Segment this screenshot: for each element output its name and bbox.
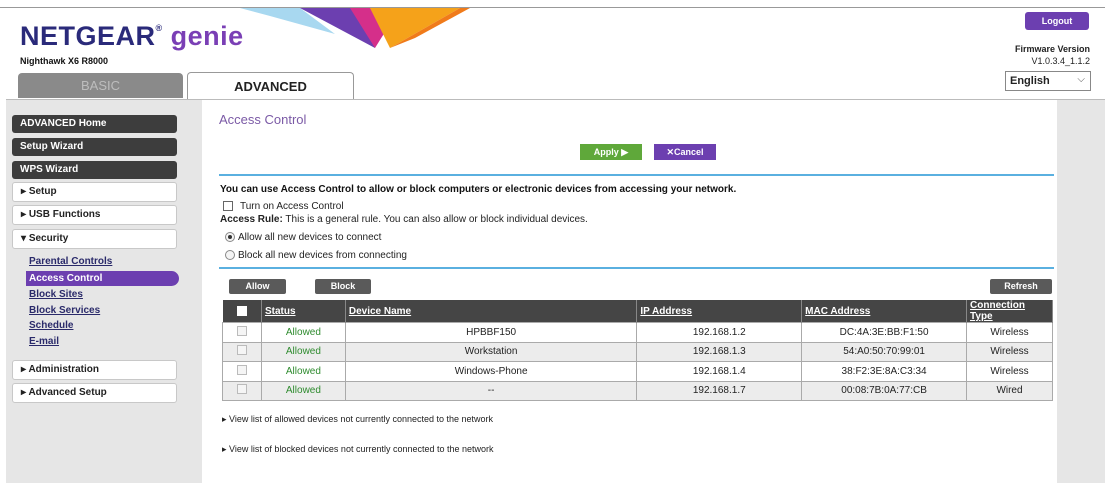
sidebar-item-usb-functions[interactable]: ▸ USB Functions [12,205,177,225]
right-margin [1057,99,1105,483]
firmware-label: Firmware Version [1014,44,1090,54]
sidebar-item-wps-wizard[interactable]: WPS Wizard [12,161,177,179]
blocked-devices-link[interactable]: ▸ View list of blocked devices not curre… [222,444,494,455]
sidebar-item-advanced-setup[interactable]: ▸ Advanced Setup [12,383,177,403]
close-icon: ✕ [666,147,675,157]
table-row: Allowed HPBBF150 192.168.1.2 DC:4A:3E:BB… [222,322,1053,343]
sidebar-subitem-block-services[interactable]: Block Services [29,305,100,316]
column-header-status[interactable]: Status [261,300,346,323]
block-all-radio[interactable] [225,250,235,260]
select-all-checkbox[interactable] [222,300,262,323]
column-header-ip-address[interactable]: IP Address [636,300,803,323]
allow-all-radio[interactable] [225,232,235,242]
firmware-version: V1.0.3.4_1.1.2 [1031,56,1090,66]
page-title: Access Control [219,112,307,127]
device-name-cell: Workstation [344,341,638,362]
sidebar-item-setup[interactable]: ▸ Setup [12,182,177,202]
column-header-connection-type[interactable]: Connection Type [966,300,1053,323]
section-divider [219,174,1054,176]
connection-type-cell: Wireless [966,322,1053,343]
allowed-devices-link[interactable]: ▸ View list of allowed devices not curre… [222,414,493,425]
device-table: Status Device Name IP Address MAC Addres… [222,300,1053,401]
sidebar-subitem-parental-controls[interactable]: Parental Controls [29,256,112,267]
header: NETGEAR® genie Nighthawk X6 R8000 Logout… [0,0,1105,100]
mac-address-cell: 00:08:7B:0A:77:CB [801,380,968,401]
top-divider [0,7,1105,8]
mac-address-cell: 38:F2:3E:8A:C3:34 [801,361,968,382]
language-select[interactable]: English ⌵ [1005,71,1091,91]
tab-basic[interactable]: BASIC [18,73,183,98]
sidebar-item-administration[interactable]: ▸ Administration [12,360,177,380]
sidebar-item-setup-wizard[interactable]: Setup Wizard [12,138,177,156]
column-header-mac-address[interactable]: MAC Address [801,300,968,323]
status-cell: Allowed [260,341,346,362]
triangle-right-icon: ▸ [222,444,227,454]
intro-text: You can use Access Control to allow or b… [220,184,737,195]
column-header-device-name[interactable]: Device Name [345,300,638,323]
connection-type-cell: Wired [966,380,1053,401]
table-row: Allowed Windows-Phone 192.168.1.4 38:F2:… [222,361,1053,382]
ip-address-cell: 192.168.1.7 [636,380,803,401]
connection-type-cell: Wireless [966,341,1053,362]
allow-all-label: Allow all new devices to connect [238,232,382,243]
banner-graphic [240,8,470,48]
block-all-label: Block all new devices from connecting [238,250,407,261]
turn-on-access-control-checkbox[interactable] [223,201,233,211]
sidebar-subitem-email[interactable]: E-mail [29,336,59,347]
section-divider [219,267,1054,269]
mac-address-cell: DC:4A:3E:BB:F1:50 [801,322,968,343]
sidebar-subitem-access-control[interactable]: Access Control [26,271,179,286]
sidebar-item-advanced-home[interactable]: ADVANCED Home [12,115,177,133]
ip-address-cell: 192.168.1.4 [636,361,803,382]
chevron-down-icon: ⌵ [1077,74,1085,85]
language-value: English [1010,75,1050,87]
device-name-cell: Windows-Phone [344,361,638,382]
connection-type-cell: Wireless [966,361,1053,382]
logout-button[interactable]: Logout [1025,12,1089,30]
status-cell: Allowed [260,361,346,382]
ip-address-cell: 192.168.1.2 [636,322,803,343]
row-checkbox[interactable] [222,341,262,362]
sidebar-subitem-schedule[interactable]: Schedule [29,320,73,331]
netgear-genie-logo: NETGEAR® genie [20,21,244,51]
apply-button[interactable]: Apply ▶ [580,144,642,160]
table-header: Status Device Name IP Address MAC Addres… [222,300,1053,323]
device-name-cell: HPBBF150 [344,322,638,343]
allow-button[interactable]: Allow [229,279,286,294]
triangle-right-icon: ▸ [222,414,227,424]
mac-address-cell: 54:A0:50:70:99:01 [801,341,968,362]
sidebar-subitem-block-sites[interactable]: Block Sites [29,289,83,300]
cancel-button[interactable]: ✕Cancel [654,144,716,160]
table-row: Allowed -- 192.168.1.7 00:08:7B:0A:77:CB… [222,380,1053,401]
access-rule-text: Access Rule: This is a general rule. You… [220,214,588,225]
status-cell: Allowed [260,322,346,343]
tab-advanced[interactable]: ADVANCED [187,72,354,99]
status-cell: Allowed [260,380,346,401]
row-checkbox[interactable] [222,322,262,343]
block-button[interactable]: Block [315,279,371,294]
row-checkbox[interactable] [222,380,262,401]
sidebar-item-security[interactable]: ▾ Security [12,229,177,249]
row-checkbox[interactable] [222,361,262,382]
table-row: Allowed Workstation 192.168.1.3 54:A0:50… [222,341,1053,362]
refresh-button[interactable]: Refresh [990,279,1052,294]
ip-address-cell: 192.168.1.3 [636,341,803,362]
model-name: Nighthawk X6 R8000 [20,56,109,66]
turn-on-access-control-label: Turn on Access Control [240,201,344,212]
device-name-cell: -- [344,380,638,401]
